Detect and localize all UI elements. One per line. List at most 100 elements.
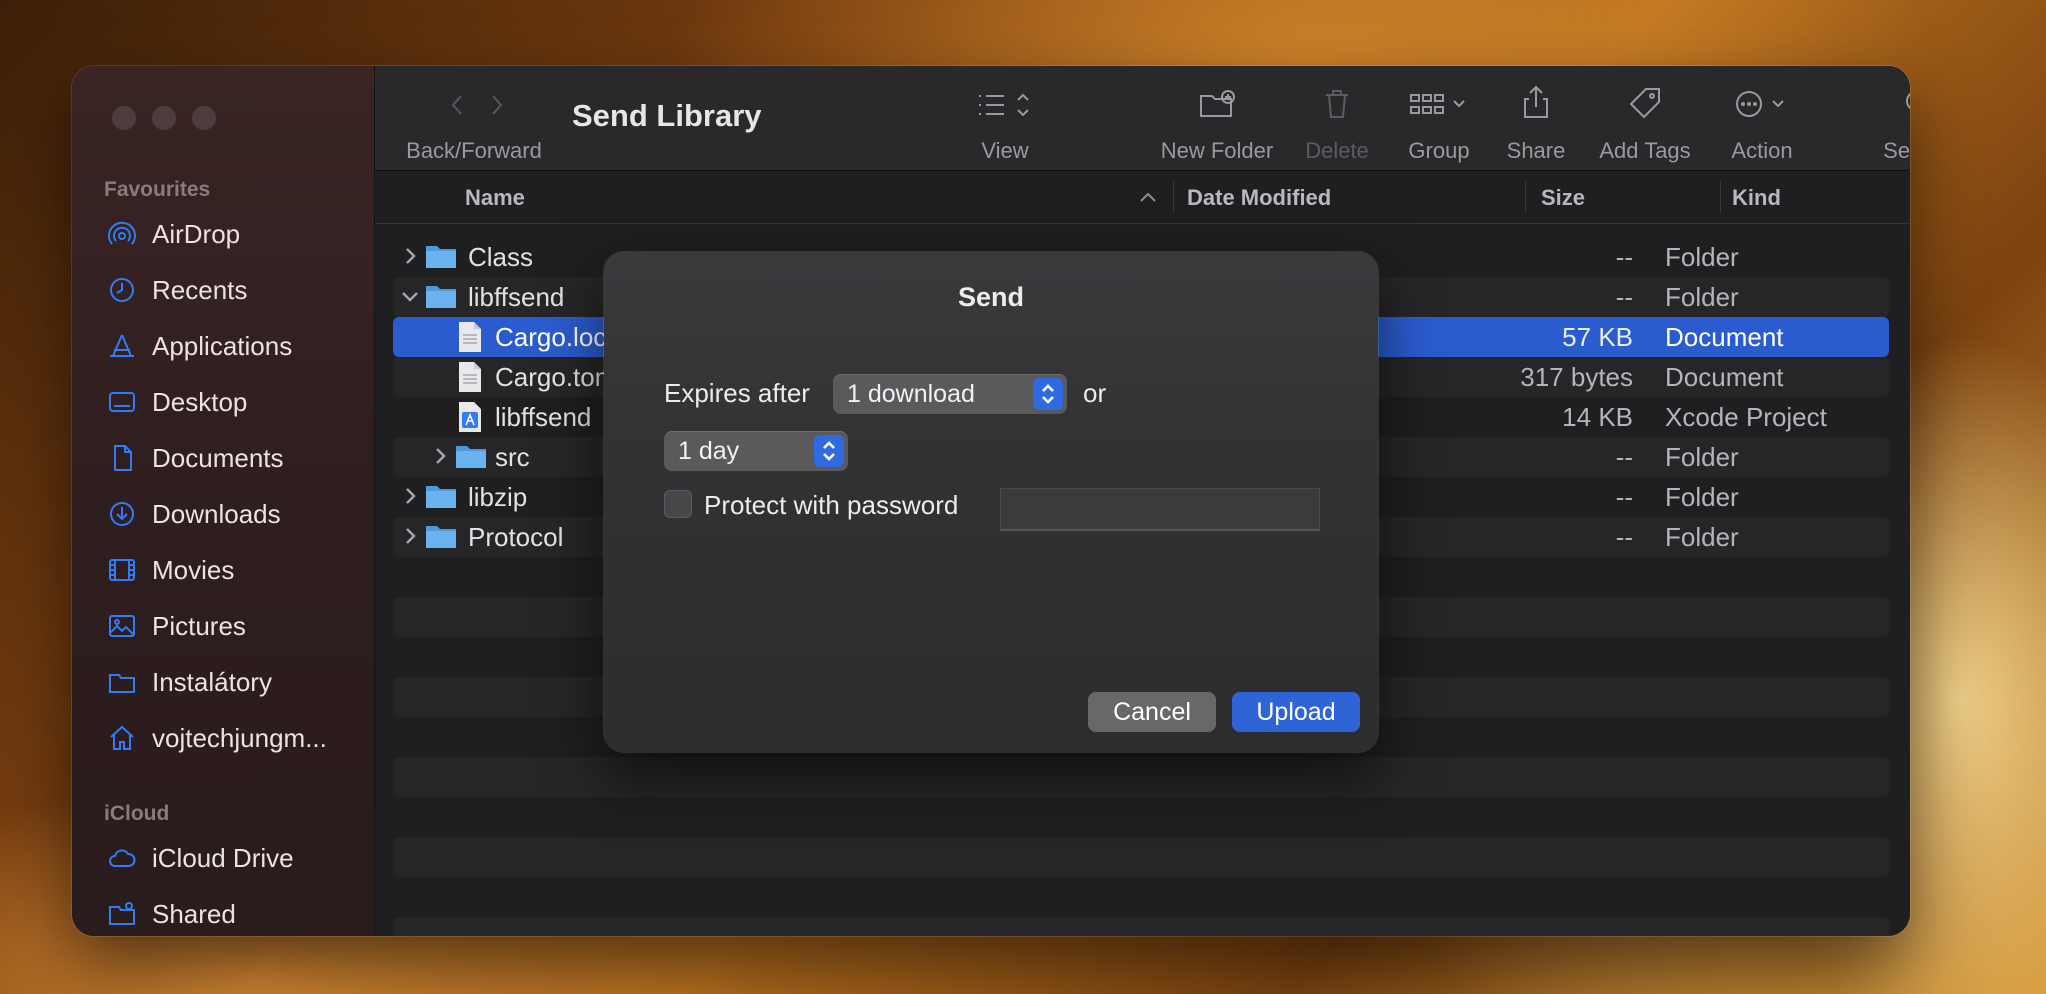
file-size: -- [1615, 442, 1633, 472]
sidebar-item-label: iCloud Drive [152, 842, 294, 873]
sidebar-heading-favourites: Favourites [104, 178, 211, 201]
more-actions-icon [1736, 91, 1784, 117]
duration-popup[interactable]: 1 day [664, 431, 848, 471]
file-name: src [495, 442, 530, 472]
file-size: 57 KB [1562, 322, 1633, 352]
home-icon [106, 722, 138, 754]
new-folder-label: New Folder [1160, 138, 1274, 163]
list-view-icon [979, 93, 1029, 117]
view-label: View [981, 138, 1029, 163]
add-tags-label: Add Tags [1599, 138, 1691, 163]
file-name: libzip [468, 482, 528, 512]
file-size: -- [1615, 522, 1633, 552]
view-button[interactable]: View [958, 66, 1052, 170]
sidebar: Favourites AirDrop Recents Applications … [72, 66, 375, 936]
empty-row-stripe [393, 837, 1889, 877]
duration-value: 1 day [678, 437, 740, 465]
sort-ascending-icon[interactable] [1138, 189, 1158, 205]
disclosure-chevron-right-icon[interactable] [429, 445, 451, 467]
column-name[interactable]: Name [465, 185, 525, 211]
or-label: or [1083, 378, 1107, 408]
new-folder-icon [1200, 90, 1235, 117]
send-dialog: Send Expires after 1 download or 1 day P… [604, 252, 1378, 752]
sidebar-item-label: vojtechjungm... [152, 722, 327, 753]
expires-after-label: Expires after [664, 378, 810, 408]
sidebar-item-documents[interactable]: Documents [106, 436, 284, 480]
file-size: 317 bytes [1520, 362, 1633, 392]
column-date-modified[interactable]: Date Modified [1187, 185, 1331, 211]
applications-icon [106, 330, 138, 362]
sidebar-item-label: Movies [152, 554, 235, 585]
back-forward-label: Back/Forward [406, 138, 542, 163]
desktop-icon [106, 386, 138, 418]
dialog-title: Send [957, 282, 1024, 312]
sidebar-item-icloud-drive[interactable]: iCloud Drive [106, 836, 294, 880]
cloud-icon [106, 842, 138, 874]
folder-icon [426, 486, 456, 508]
disclosure-chevron-right-icon[interactable] [399, 525, 421, 547]
delete-button[interactable]: Delete [1294, 66, 1380, 170]
sidebar-item-movies[interactable]: Movies [106, 548, 234, 592]
popup-stepper-icon [1033, 378, 1063, 410]
xcode-project-icon [459, 402, 481, 432]
search-button[interactable]: Search [1873, 66, 1910, 170]
sidebar-item-home[interactable]: vojtechjungm... [106, 716, 327, 760]
new-folder-button[interactable]: New Folder [1146, 66, 1288, 170]
cancel-button[interactable]: Cancel [1088, 692, 1216, 732]
sidebar-item-airdrop[interactable]: AirDrop [106, 212, 240, 256]
action-button[interactable]: Action [1717, 66, 1807, 170]
close-window-button[interactable] [112, 106, 136, 130]
disclosure-chevron-right-icon[interactable] [399, 485, 421, 507]
file-kind: Folder [1665, 522, 1739, 552]
back-forward-control[interactable]: Back/Forward [403, 66, 545, 170]
column-separator [1173, 181, 1174, 213]
protect-password-label: Protect with password [704, 490, 959, 520]
trash-icon [1326, 90, 1348, 118]
file-size: -- [1615, 242, 1633, 272]
upload-button[interactable]: Upload [1232, 692, 1360, 732]
share-button[interactable]: Share [1496, 66, 1576, 170]
protect-password-checkbox[interactable] [664, 490, 692, 518]
sidebar-item-downloads[interactable]: Downloads [106, 492, 281, 536]
group-button[interactable]: Group [1394, 66, 1484, 170]
file-kind: Folder [1665, 242, 1739, 272]
sidebar-item-recents[interactable]: Recents [106, 268, 247, 312]
sidebar-item-label: Shared [152, 898, 236, 929]
sidebar-item-label: AirDrop [152, 218, 241, 249]
file-size: -- [1615, 482, 1633, 512]
sidebar-item-label: Downloads [152, 498, 281, 529]
password-field[interactable] [1000, 488, 1320, 531]
sidebar-item-applications[interactable]: Applications [106, 324, 292, 368]
zoom-window-button[interactable] [192, 106, 216, 130]
sidebar-item-pictures[interactable]: Pictures [106, 604, 246, 648]
file-name: Class [468, 242, 534, 272]
popup-stepper-icon [814, 435, 844, 467]
group-icon [1410, 94, 1465, 114]
file-name: libffsend [468, 282, 565, 312]
column-size[interactable]: Size [1541, 185, 1585, 211]
disclosure-chevron-down-icon[interactable] [399, 285, 421, 307]
file-kind: Xcode Project [1665, 402, 1827, 432]
sidebar-item-desktop[interactable]: Desktop [106, 380, 247, 424]
empty-row-stripe [393, 757, 1889, 797]
window-title: Send Library [572, 98, 762, 133]
folder-icon [106, 666, 138, 698]
group-label: Group [1408, 138, 1470, 163]
folder-icon [456, 446, 486, 468]
shared-folder-icon [106, 898, 138, 930]
document-icon [459, 362, 481, 392]
share-label: Share [1506, 138, 1566, 163]
disclosure-chevron-right-icon[interactable] [399, 245, 421, 267]
airdrop-icon [106, 218, 138, 250]
column-kind[interactable]: Kind [1732, 185, 1781, 211]
downloads-popup[interactable]: 1 download [833, 374, 1067, 414]
minimize-window-button[interactable] [152, 106, 176, 130]
toolbar: Back/Forward Send Library View New Folde… [375, 66, 1910, 171]
window-controls [112, 106, 216, 130]
sidebar-item-shared[interactable]: Shared [106, 892, 236, 936]
download-icon [106, 498, 138, 530]
sidebar-item-instalatory[interactable]: Instalátory [106, 660, 272, 704]
forward-icon[interactable] [487, 92, 507, 118]
back-icon[interactable] [447, 92, 467, 118]
add-tags-button[interactable]: Add Tags [1585, 66, 1705, 170]
